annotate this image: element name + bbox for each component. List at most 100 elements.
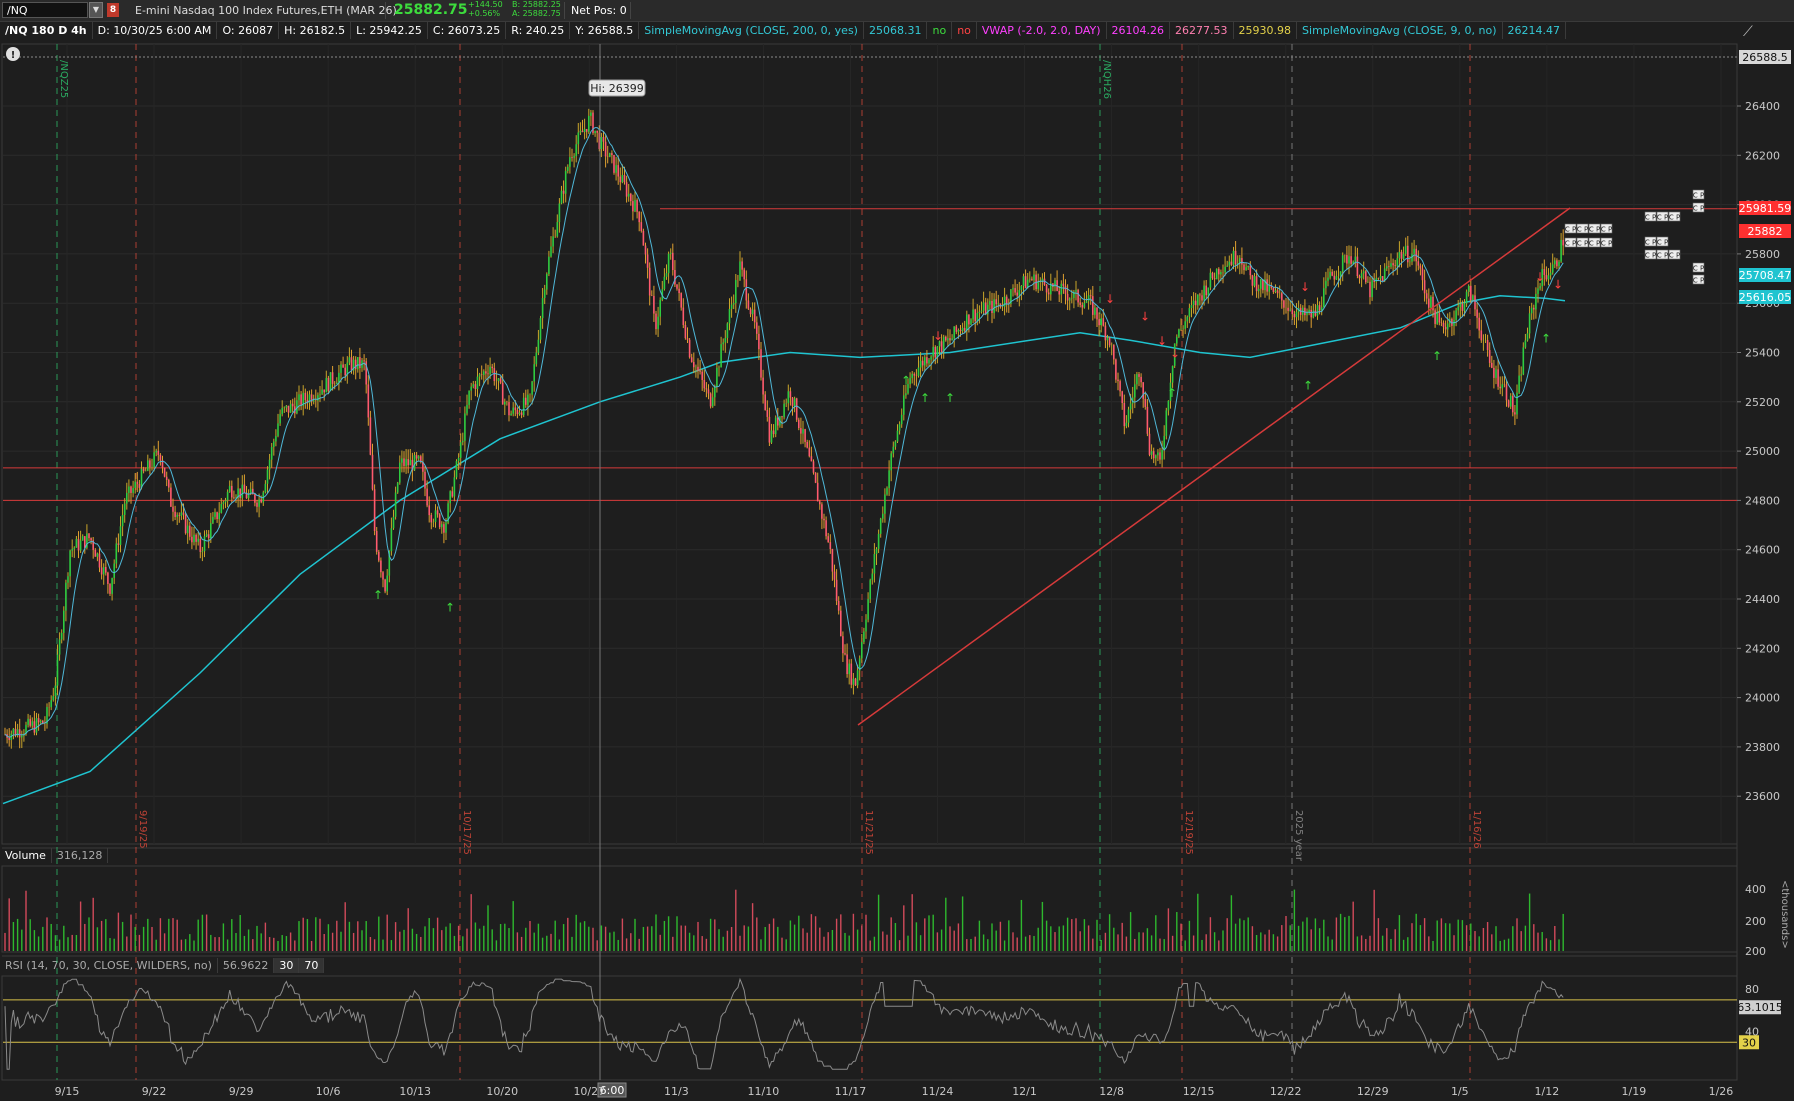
order-flag-glyph: C P	[1693, 192, 1704, 200]
y-tick-label: 23600	[1745, 790, 1780, 803]
sma9-line	[4, 127, 1564, 738]
x-tick-label: 1/12	[1534, 1085, 1559, 1098]
buy-arrow: ↑	[1303, 378, 1313, 392]
rsi-path	[4, 977, 1564, 1070]
buy-arrow: ↑	[445, 600, 455, 614]
rsi-current-text: 63.1015	[1737, 1001, 1783, 1014]
order-flag-glyph: C P	[1601, 226, 1612, 234]
signal-arrows: ↓↓↓↓↓↓↓↓↑↑↑↑ ↑ ↑↑↑↑	[373, 270, 1563, 614]
price-tag-text: 25981.59	[1739, 202, 1792, 215]
buy-arrow: ↑	[373, 588, 383, 602]
order-flag-glyph: C P	[1601, 240, 1612, 248]
cursor-price-text: 26588.5	[1742, 51, 1788, 64]
y-tick-label: 24400	[1745, 593, 1780, 606]
x-tick-label: 1/19	[1622, 1085, 1647, 1098]
trendline-segment	[857, 207, 1571, 726]
price-panel-frame	[1, 43, 1738, 845]
y-tick-label: 25200	[1745, 396, 1780, 409]
order-flag-glyph: C P	[1589, 240, 1600, 248]
marker-label: /NQH26	[1101, 60, 1112, 99]
buy-arrow: ↑	[1432, 349, 1442, 363]
rsi-line	[3, 977, 1737, 1070]
marker-label: /NQZ25	[58, 60, 69, 98]
marker-label: 12/19/25	[1183, 810, 1194, 855]
y-tick-label: 25800	[1745, 248, 1780, 261]
order-flag-glyph: C P	[1645, 239, 1656, 247]
x-tick-label: 10/27	[573, 1085, 605, 1098]
sell-arrow: ↓	[1535, 270, 1545, 284]
y-tick-label: 24200	[1745, 642, 1780, 655]
y-tick-label: 23800	[1745, 741, 1780, 754]
sell-arrow: ↓	[1105, 292, 1115, 306]
price-tags: 26588.5 25981.59 25882 25708.47 25616.05	[1739, 50, 1792, 304]
y-tick-label: 26400	[1745, 100, 1780, 113]
order-flag-glyph: C P	[1645, 252, 1656, 260]
x-tick-label: 12/8	[1099, 1085, 1124, 1098]
price-tag-text: 25616.05	[1739, 291, 1792, 304]
order-flag-glyph: C P	[1577, 226, 1588, 234]
y-tick-label: 24600	[1745, 544, 1780, 557]
x-tick-label: 1/5	[1451, 1085, 1469, 1098]
x-tick-label: 12/22	[1270, 1085, 1302, 1098]
marker-label: 11/21/25	[863, 810, 874, 855]
order-flag-glyph: C P	[1669, 214, 1680, 222]
price-tag-text: 25708.47	[1739, 269, 1792, 282]
chart-window: /NQ ▼ 8 E-mini Nasdaq 100 Index Futures,…	[0, 0, 1794, 1101]
marker-label: 10/17/25	[461, 810, 472, 855]
x-tick-label: 9/15	[55, 1085, 80, 1098]
y-tick-label: 24000	[1745, 692, 1780, 705]
volume-bars	[4, 889, 1564, 951]
x-tick-label: 11/10	[748, 1085, 780, 1098]
order-flag-glyph: C P	[1693, 277, 1704, 285]
order-flag-glyph: C P	[1657, 239, 1668, 247]
marker-label: 9/19/25	[137, 810, 148, 849]
buy-arrow: ↑	[920, 391, 930, 405]
x-tick-label: 11/24	[922, 1085, 954, 1098]
order-flag-glyph: C P	[1645, 214, 1656, 222]
trendline[interactable]	[857, 207, 1571, 726]
marker-label: 2025 year	[1293, 810, 1304, 862]
buy-arrow: ↑	[945, 391, 955, 405]
sell-arrow: ↓	[1553, 277, 1563, 291]
alert-icon[interactable]: !	[6, 47, 20, 61]
order-flag-glyph: C P	[1589, 226, 1600, 234]
rsi-axis: 804063.101530	[1737, 983, 1783, 1050]
buy-arrow: ↑	[1167, 386, 1177, 400]
x-tick-label: 10/6	[316, 1085, 341, 1098]
y-tick-label: 25000	[1745, 445, 1780, 458]
x-tick-label: 12/29	[1357, 1085, 1389, 1098]
volume-tick-label: 400	[1745, 883, 1766, 896]
marker-label: 1/16/26	[1471, 810, 1482, 849]
time-axis[interactable]: 9/15 9/22 9/29 10/6 10/13 10/20 10/27 11/3 11/10…	[55, 1085, 1794, 1098]
volume-tick-label: 200	[1745, 915, 1766, 928]
order-flag-glyph: C P	[1693, 265, 1704, 273]
order-flag-glyph: C P	[1669, 252, 1680, 260]
sell-arrow: ↓	[1140, 309, 1150, 323]
rsi-low-text: 30	[1742, 1036, 1756, 1049]
x-tick-label: 9/29	[229, 1085, 254, 1098]
x-tick-label: 9/22	[142, 1085, 167, 1098]
volume-units: <thousands>	[1779, 880, 1790, 949]
volume-axis: 400 200 200 <thousands>	[1745, 880, 1790, 958]
order-flag-glyph: C P	[1577, 240, 1588, 248]
sell-arrow: ↓	[1170, 346, 1180, 360]
buy-arrow: ↑	[901, 374, 911, 388]
price-chart[interactable]: /NQZ25 9/19/25 10/17/25 11/21/25/NQH26 12/19…	[0, 0, 1794, 1101]
sell-arrow: ↓	[1300, 280, 1310, 294]
rsi-panel-frame	[1, 975, 1738, 1081]
buy-arrow: ↑	[1541, 332, 1551, 346]
price-tag-text: 25882	[1748, 225, 1783, 238]
order-flag-glyph: C P	[1693, 205, 1704, 213]
x-tick-label: 11/17	[835, 1085, 867, 1098]
sma9-path	[4, 127, 1564, 738]
sell-arrow: ↓	[1157, 334, 1167, 348]
rsi-tick-label: 80	[1745, 983, 1759, 996]
alert-icon-glyph: !	[11, 50, 16, 61]
volume-tick-label: 200	[1745, 945, 1766, 958]
x-tick-label: 1/26	[1709, 1085, 1734, 1098]
sell-arrow: ↓	[933, 329, 943, 343]
order-flag-glyph: C P	[1565, 240, 1576, 248]
hi-bubble: Hi: 26399	[588, 79, 646, 97]
order-flag-glyph: C P	[1657, 252, 1668, 260]
horizontal-levels	[3, 56, 1737, 501]
